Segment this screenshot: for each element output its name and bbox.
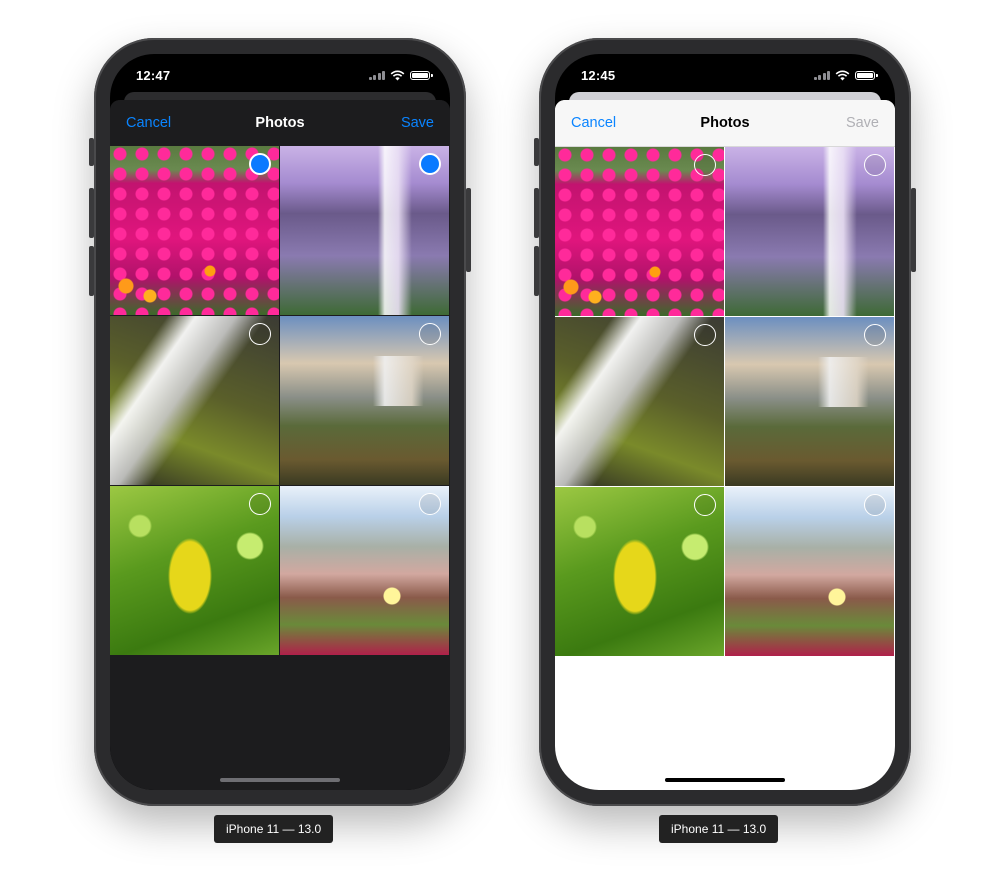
selection-circle-icon[interactable] — [249, 323, 271, 345]
volume-up-button — [534, 188, 539, 238]
photo-cell-green-leaves[interactable] — [110, 486, 279, 655]
status-time: 12:45 — [581, 68, 616, 83]
navigation-bar: Cancel Photos Save — [555, 100, 895, 147]
selection-circle-icon[interactable] — [694, 324, 716, 346]
iphone-frame-light: 12:45 Cancel Photos Save — [534, 38, 916, 806]
battery-icon — [855, 70, 878, 80]
navigation-bar: Cancel Photos Save — [110, 100, 450, 146]
device-label: iPhone 11 — 13.0 — [214, 815, 334, 843]
notch — [186, 54, 374, 81]
power-button — [466, 188, 471, 272]
selection-circle-icon[interactable] — [864, 324, 886, 346]
notch — [631, 54, 819, 81]
photo-grid — [555, 147, 895, 656]
wifi-icon — [835, 70, 850, 80]
photo-cell-purple-waterfall[interactable] — [280, 146, 449, 315]
photo-cell-purple-waterfall[interactable] — [725, 147, 894, 316]
photo-cell-ice-plant-flower[interactable] — [280, 486, 449, 655]
selection-circle-icon[interactable] — [864, 154, 886, 176]
power-button — [911, 188, 916, 272]
selection-circle-icon[interactable] — [694, 154, 716, 176]
status-icons — [813, 69, 878, 81]
photo-cell-ice-plant-flower[interactable] — [725, 487, 894, 656]
home-indicator[interactable] — [220, 778, 340, 782]
volume-down-button — [534, 246, 539, 296]
selection-circle-icon[interactable] — [419, 493, 441, 515]
selection-circle-icon[interactable] — [419, 323, 441, 345]
screen: 12:47 Cancel Photos Save — [110, 54, 450, 790]
photo-cell-gray-waterfall[interactable] — [110, 316, 279, 485]
selection-circle-icon[interactable] — [419, 153, 441, 175]
photo-grid — [110, 146, 450, 655]
selection-circle-icon[interactable] — [694, 494, 716, 516]
photo-cell-gray-waterfall[interactable] — [555, 317, 724, 486]
selection-circle-icon[interactable] — [249, 493, 271, 515]
nav-title: Photos — [700, 115, 750, 131]
screen: 12:45 Cancel Photos Save — [555, 54, 895, 790]
photo-cell-cliff-waterfall[interactable] — [280, 316, 449, 485]
photo-cell-pink-flowers[interactable] — [555, 147, 724, 316]
silent-switch — [89, 138, 94, 166]
wifi-icon — [390, 70, 405, 80]
iphone-frame-dark: 12:47 Cancel Photos Save — [89, 38, 471, 806]
photo-cell-green-leaves[interactable] — [555, 487, 724, 656]
device-label: iPhone 11 — 13.0 — [659, 815, 779, 843]
silent-switch — [534, 138, 539, 166]
selection-circle-icon[interactable] — [864, 494, 886, 516]
photo-cell-pink-flowers[interactable] — [110, 146, 279, 315]
photo-picker-sheet: Cancel Photos Save — [555, 100, 895, 790]
volume-down-button — [89, 246, 94, 296]
status-time: 12:47 — [136, 68, 171, 83]
status-icons — [368, 69, 433, 81]
photo-picker-sheet: Cancel Photos Save — [110, 100, 450, 790]
home-indicator[interactable] — [665, 778, 785, 782]
battery-icon — [410, 70, 433, 80]
volume-up-button — [89, 188, 94, 238]
selection-circle-icon[interactable] — [249, 153, 271, 175]
save-button[interactable]: Save — [846, 115, 879, 131]
nav-title: Photos — [255, 115, 305, 131]
save-button[interactable]: Save — [401, 115, 434, 131]
photo-cell-cliff-waterfall[interactable] — [725, 317, 894, 486]
